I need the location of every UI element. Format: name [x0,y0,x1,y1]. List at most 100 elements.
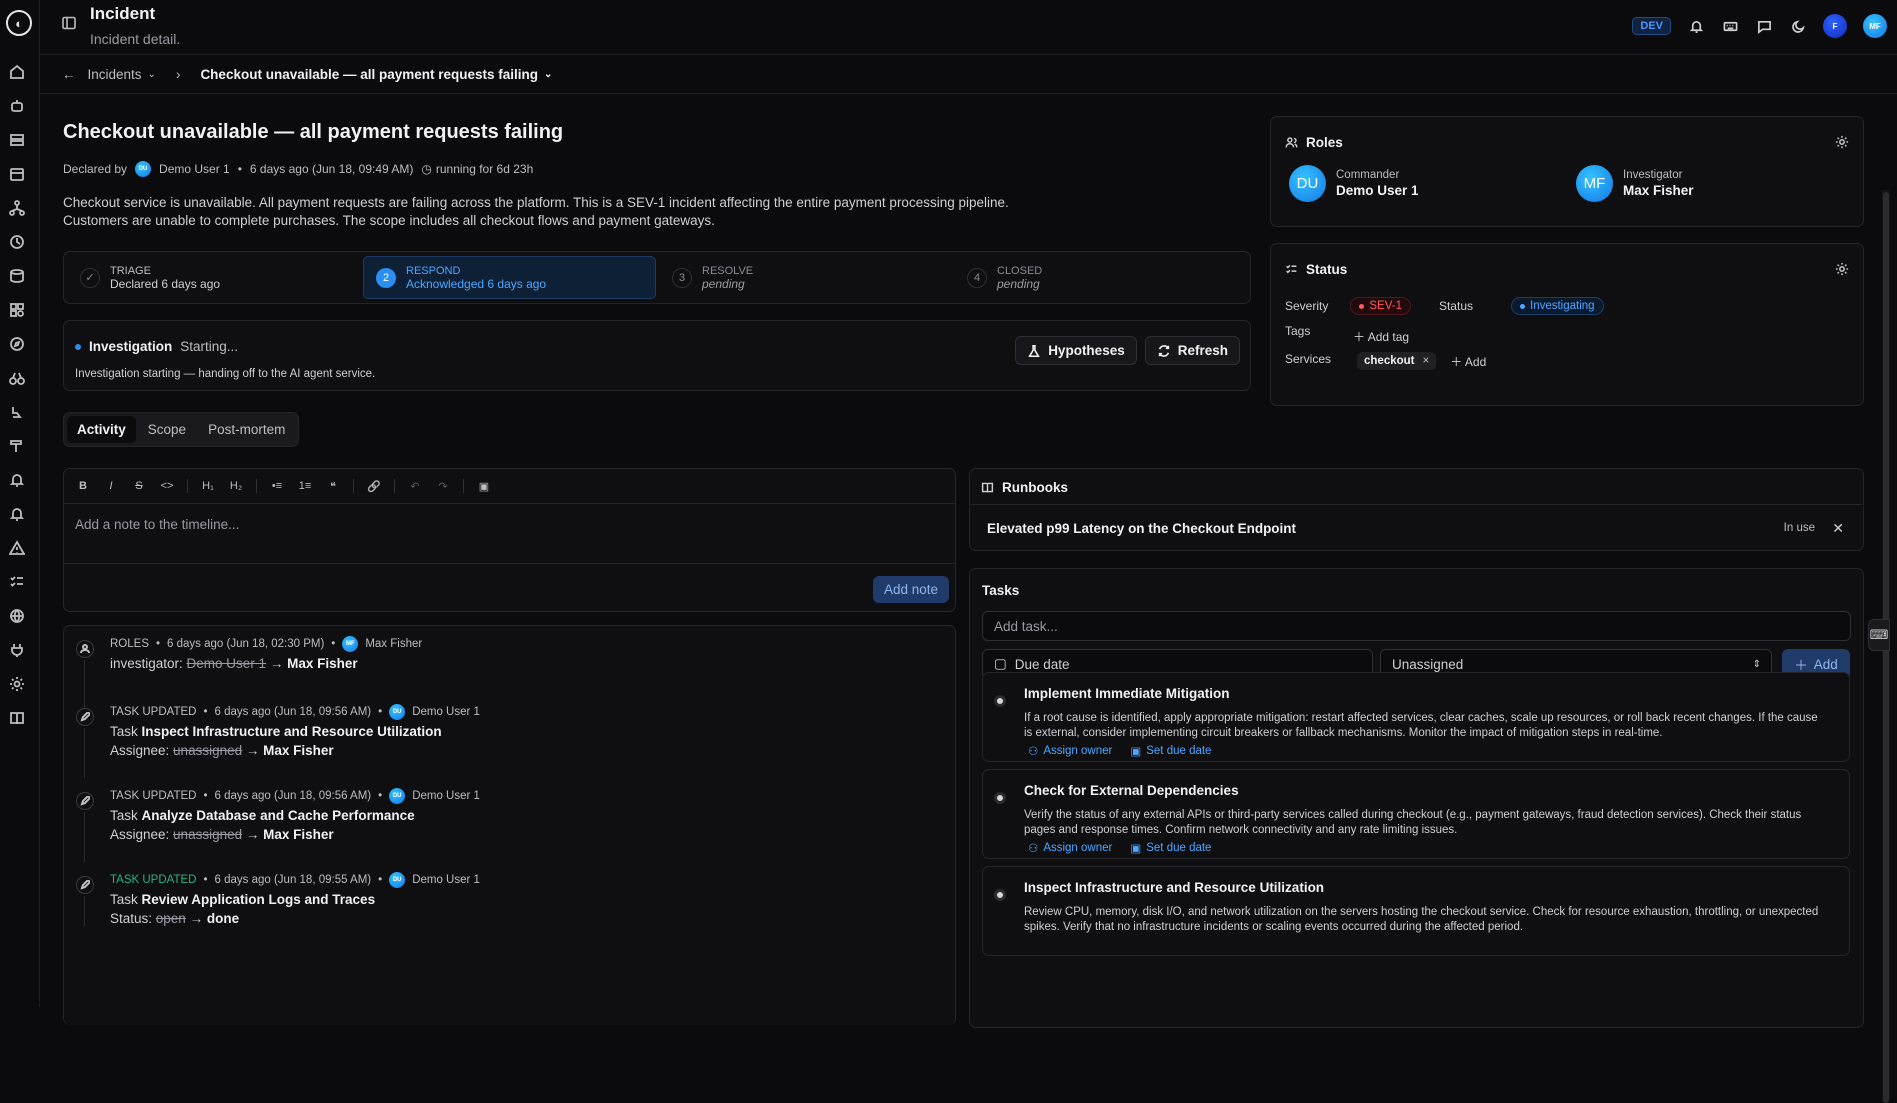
note-input[interactable]: Add a note to the timeline... [75,517,239,532]
service-chip: checkout × [1357,352,1437,370]
footprint-icon[interactable] [9,404,27,422]
investigation-message: Investigation starting — handing off to … [75,368,376,380]
heading1-icon[interactable]: H₁ [200,480,216,492]
sidebar-toggle-icon[interactable] [62,16,76,30]
strikethrough-icon[interactable]: S [131,480,147,492]
binoculars-icon[interactable] [9,370,27,388]
home-icon[interactable] [9,64,27,82]
chevron-right-icon: › [175,66,181,82]
investigator-role[interactable]: MF Investigator Max Fisher [1576,165,1694,202]
calendar-icon[interactable] [9,166,27,184]
event-time: 6 days ago (Jun 18, 09:56 AM) [214,706,372,718]
breadcrumb: ← Incidents ⌄ › Checkout unavailable — al… [40,55,1897,94]
book-open-icon [981,482,994,493]
task-name: Check for External Dependencies [1024,783,1239,798]
set-due-date-link[interactable]: ▣ Set due date [1130,744,1211,758]
history-icon[interactable] [9,234,27,252]
investigation-panel: Investigation Starting... Investigation … [63,320,1251,391]
hypotheses-button[interactable]: Hypotheses [1015,336,1137,365]
apps-icon[interactable] [9,302,27,320]
task-name: Implement Immediate Mitigation [1024,686,1230,701]
add-note-button[interactable]: Add note [872,576,949,603]
compass-icon[interactable] [9,336,27,354]
keyboard-icon[interactable] [1721,17,1739,35]
task-item[interactable]: Check for External Dependencies Verify t… [982,769,1850,859]
commander-role[interactable]: DU Commander Demo User 1 [1289,165,1419,202]
app-logo[interactable]: ◐ [6,10,32,36]
declarer-avatar: DU [135,161,152,177]
globe-icon[interactable] [9,608,27,626]
status-settings-icon[interactable] [1835,262,1849,276]
task-description: Verify the status of any external APIs o… [1024,809,1802,836]
breadcrumb-current[interactable]: Checkout unavailable — all payment reque… [200,67,552,82]
refresh-button[interactable]: Refresh [1144,336,1240,365]
redo-icon[interactable]: ↷ [435,480,451,493]
undo-icon[interactable]: ↶ [407,480,423,493]
tab-post-mortem[interactable]: Post-mortem [198,416,295,443]
add-service-button[interactable]: ＋ Add [1450,353,1486,370]
quote-icon[interactable]: ❝ [325,480,341,493]
network-icon[interactable] [9,200,27,218]
add-tag-button[interactable]: ＋ Add tag [1353,328,1409,345]
settings-icon[interactable] [9,676,27,694]
task-status-toggle[interactable] [994,792,1006,804]
severity-label: Severity [1285,299,1329,313]
code-icon[interactable]: <> [159,480,175,492]
server-icon[interactable] [9,132,27,150]
plug-icon[interactable] [9,642,27,660]
avatar: DU [389,872,406,888]
nav-rail: ◐ [0,0,40,1007]
task-status-toggle[interactable] [994,889,1006,901]
link-icon[interactable]: 🔗 [366,480,382,493]
breadcrumb-incidents[interactable]: Incidents ⌄ [88,67,156,82]
checklist-icon[interactable] [9,574,27,592]
alert-bell-icon[interactable] [9,506,27,524]
close-icon[interactable]: ✕ [1832,520,1844,537]
remove-service-icon[interactable]: × [1423,355,1430,367]
image-icon[interactable]: ▣ [476,480,492,493]
notifications-icon[interactable] [1687,17,1705,35]
bold-icon[interactable]: B [75,480,91,492]
severity-badge[interactable]: SEV-1 [1350,297,1411,315]
event-kind: TASK UPDATED [110,706,197,718]
user-avatar[interactable]: MF [1863,14,1887,38]
calendar-icon: ▢ [994,656,1007,671]
roles-settings-icon[interactable] [1835,135,1849,149]
user-icon: ⚇ [1028,843,1039,855]
event-time: 6 days ago (Jun 18, 02:30 PM) [167,638,325,650]
event-actor: Demo User 1 [412,706,480,718]
org-avatar[interactable]: F [1823,14,1847,38]
incident-tabs: Activity Scope Post-mortem [63,412,300,447]
assistant-chat-icon[interactable]: ⌨ [1868,619,1890,651]
task-status-toggle[interactable] [994,695,1006,707]
bot-icon[interactable] [9,98,27,116]
assign-owner-link[interactable]: ⚇ Assign owner [1028,744,1112,758]
status-badge[interactable]: Investigating [1511,297,1604,315]
bullet-list-icon[interactable]: •≡ [269,480,285,492]
runbook-item[interactable]: Elevated p99 Latency on the Checkout End… [971,504,1862,549]
chat-icon[interactable] [1755,17,1773,35]
event-actor: Max Fisher [365,638,423,650]
task-item[interactable]: Implement Immediate Mitigation If a root… [982,672,1850,762]
set-due-date-link[interactable]: ▣ Set due date [1130,841,1211,855]
back-arrow-icon[interactable]: ← [62,67,76,82]
warning-icon[interactable] [8,540,27,558]
running-for: running for 6d 23h [435,162,534,176]
italic-icon[interactable]: I [103,480,119,492]
task-item[interactable]: Inspect Infrastructure and Resource Util… [982,866,1850,956]
assign-owner-link[interactable]: ⚇ Assign owner [1028,841,1112,855]
add-task-input[interactable]: Add task... [982,611,1851,641]
stage-detail: Acknowledged 6 days ago [406,276,547,291]
numbered-list-icon[interactable]: 1≡ [297,480,313,492]
tab-activity[interactable]: Activity [67,416,136,443]
database-icon[interactable] [9,268,27,286]
heading2-icon[interactable]: H₂ [228,480,244,492]
declarer-name: Demo User 1 [159,162,230,176]
pencil-icon [76,792,94,810]
hammer-icon[interactable] [9,438,27,456]
theme-moon-icon[interactable] [1789,17,1807,35]
select-chevron-icon: ⇕ [1752,658,1761,670]
book-icon[interactable] [9,710,27,728]
tab-scope[interactable]: Scope [138,416,196,443]
bell-icon[interactable] [9,472,27,490]
